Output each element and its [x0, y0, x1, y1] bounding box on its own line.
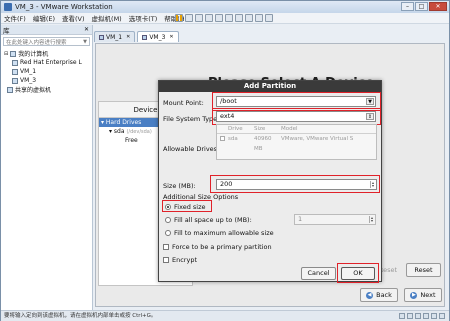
pause-icon[interactable]	[175, 14, 183, 22]
arrow-right-icon: ▶	[410, 291, 418, 299]
allowable-drives-label: Allowable Drives:	[163, 145, 220, 153]
vm-icon	[12, 68, 18, 75]
network-icon[interactable]	[415, 313, 421, 319]
menu-view[interactable]: 查看(V)	[62, 13, 85, 23]
dialog-title: Add Partition	[159, 81, 381, 92]
thumbnail-icon[interactable]	[265, 14, 273, 22]
vm-icon	[12, 77, 18, 84]
dropdown-icon[interactable]	[185, 14, 193, 22]
tree-item-vm3[interactable]: VM_3	[4, 76, 92, 85]
window-title: VM_3 - VMware Workstation	[15, 3, 113, 11]
vm-icon	[12, 59, 18, 66]
encrypt-checkbox[interactable]: Encrypt	[163, 256, 197, 264]
library-search-input[interactable]: 在此处键入内容进行搜索 ▼	[3, 37, 90, 46]
size-label: Size (MB):	[163, 182, 196, 190]
snapshot-manager-icon[interactable]	[225, 14, 233, 22]
library-panel: 库 ✕ 在此处键入内容进行搜索 ▼ ⊟ 我的计算机 Red Hat Enterp…	[1, 25, 93, 310]
drive-checkbox	[220, 136, 225, 141]
fill-max-option[interactable]: Fill to maximum allowable size	[165, 229, 274, 237]
highlight-box	[162, 200, 212, 212]
drives-header-row: Drive Size Model	[217, 125, 376, 134]
menu-file[interactable]: 文件(F)	[4, 13, 26, 23]
library-header: 库 ✕	[1, 25, 92, 35]
usb-icon[interactable]	[423, 313, 429, 319]
table-row: sda 40960 MB VMware, VMware Virtual S	[217, 134, 376, 152]
status-bar: 要将输入定向到该虚拟机，请在虚拟机内部单击或按 Ctrl+G。	[1, 310, 449, 321]
device-icons	[399, 313, 445, 319]
fullscreen-icon[interactable]	[235, 14, 243, 22]
display-icon[interactable]	[439, 313, 445, 319]
send-keys-icon[interactable]	[195, 14, 203, 22]
hdd-icon[interactable]	[399, 313, 405, 319]
tree-item-shared-vms[interactable]: 共享的虚拟机	[4, 85, 92, 94]
highlight-box	[212, 108, 381, 125]
console-view-icon[interactable]	[255, 14, 263, 22]
radio-icon[interactable]	[165, 230, 171, 236]
shared-vm-icon	[7, 86, 13, 93]
library-title: 库	[3, 26, 10, 35]
fs-type-label: File System Type:	[163, 115, 220, 123]
sound-icon[interactable]	[431, 313, 437, 319]
next-button[interactable]: ▶ Next	[404, 288, 442, 302]
computer-icon	[10, 50, 17, 57]
minimize-button[interactable]: –	[401, 2, 414, 11]
tab-vm1[interactable]: VM_1 ✕	[94, 31, 136, 42]
spinner-icon: ▴ ▾	[369, 215, 373, 223]
fill-upto-option[interactable]: Fill all space up to (MB):	[165, 216, 252, 224]
cdrom-icon[interactable]	[407, 313, 413, 319]
add-partition-dialog: Add Partition Mount Point: /boot ▼ File …	[158, 80, 382, 283]
chevron-down-icon[interactable]: ▼	[83, 39, 87, 45]
status-text: 要将输入定向到该虚拟机，请在虚拟机内部单击或按 Ctrl+G。	[4, 313, 157, 319]
checkbox-icon[interactable]	[163, 244, 169, 250]
menu-tabs[interactable]: 选项卡(T)	[129, 13, 158, 23]
window-controls: – □ ✕	[401, 2, 447, 11]
reset-button[interactable]: Reset	[406, 263, 441, 277]
primary-partition-checkbox[interactable]: Force to be a primary partition	[163, 243, 272, 251]
close-button[interactable]: ✕	[429, 2, 447, 11]
revert-snapshot-icon[interactable]	[215, 14, 223, 22]
mount-point-label: Mount Point:	[163, 99, 204, 107]
fill-upto-input[interactable]: 1 ▴ ▾	[294, 214, 376, 225]
vmware-window: VM_3 - VMware Workstation – □ ✕ 文件(F) 编辑…	[0, 0, 450, 321]
checkbox-icon[interactable]	[163, 257, 169, 263]
tab-close-icon[interactable]: ✕	[169, 34, 173, 40]
vm-tabs: VM_1 ✕ VM_3 ✕	[94, 31, 179, 42]
highlight-box	[210, 175, 380, 193]
arrow-left-icon: ◀	[366, 291, 374, 299]
vmware-app-icon	[4, 3, 12, 11]
unity-icon[interactable]	[245, 14, 253, 22]
tab-vm3[interactable]: VM_3 ✕	[137, 31, 179, 42]
maximize-button[interactable]: □	[415, 2, 428, 11]
vm-tab-icon	[99, 34, 104, 40]
library-close-icon[interactable]: ✕	[84, 26, 89, 33]
tree-item-rhel[interactable]: Red Hat Enterprise L	[4, 58, 92, 67]
highlight-box	[337, 263, 379, 283]
library-tree: ⊟ 我的计算机 Red Hat Enterprise L VM_1 VM_3 共…	[1, 49, 92, 94]
back-button[interactable]: ◀ Back	[360, 288, 398, 302]
tab-close-icon[interactable]: ✕	[126, 34, 130, 40]
tree-item-vm1[interactable]: VM_1	[4, 67, 92, 76]
title-bar: VM_3 - VMware Workstation – □ ✕	[1, 1, 449, 13]
toolbar	[175, 14, 273, 22]
snapshot-icon[interactable]	[205, 14, 213, 22]
collapse-icon[interactable]: ⊟	[4, 51, 8, 57]
cancel-button[interactable]: Cancel	[301, 267, 336, 280]
menu-vm[interactable]: 虚拟机(M)	[92, 13, 122, 23]
drives-table: Drive Size Model sda 40960 MB VMware, VM…	[216, 124, 377, 160]
vm-tab-icon	[142, 34, 148, 40]
menu-edit[interactable]: 编辑(E)	[33, 13, 55, 23]
radio-icon[interactable]	[165, 217, 171, 223]
tree-item-my-computer[interactable]: ⊟ 我的计算机	[4, 49, 92, 58]
library-search-placeholder: 在此处键入内容进行搜索	[6, 39, 67, 46]
